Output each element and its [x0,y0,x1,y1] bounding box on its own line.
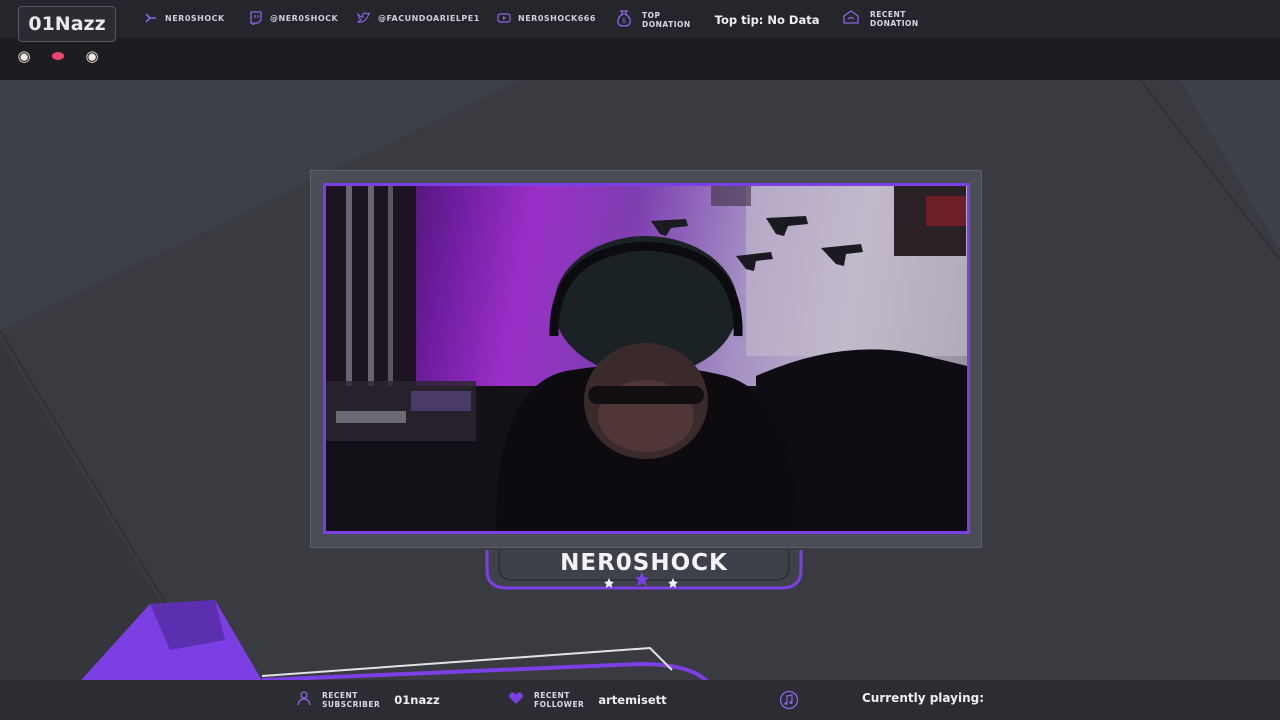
top-donation-value: Top tip: No Data [714,13,820,27]
recent-subscriber-label: RECENT SUBSCRIBER [322,691,381,709]
recent-donation-label: RECENT DONATION [870,10,919,28]
social-label: NER0SHOCK666 [518,13,596,23]
recent-follower-widget: RECENT FOLLOWER artemisett [508,690,667,710]
webcam-scene [326,186,967,531]
social-label: @NER0SHOCK [270,13,339,23]
social-youtube[interactable]: NER0SHOCK666 [497,10,596,26]
chat-username: 01Nazz [28,13,106,35]
social-twitch[interactable]: @NER0SHOCK [249,10,338,26]
recent-subscriber-widget: RECENT SUBSCRIBER 01nazz [296,690,440,710]
donation-box-icon [842,9,860,29]
svg-text:$: $ [622,17,626,25]
top-donation-label: TOP DONATION [642,11,691,29]
webcam-feed [323,183,970,534]
heart-icon [508,690,524,710]
subscriber-icon [296,690,312,710]
eye-emote-icon: ◉ [85,47,99,65]
music-note-icon [779,690,799,710]
chat-emotes: ◉ ⬬ ◉ [12,46,104,66]
chat-username-box: 01Nazz [18,6,116,42]
twitter-icon [357,11,371,25]
recent-subscriber-value: 01nazz [394,693,440,707]
now-playing-label: Currently playing: [862,691,985,705]
top-donation-widget: $ TOP DONATION Top tip: No Data [616,9,820,31]
social-label: @FACUNDOARIELPE1 [378,13,480,23]
twitch-icon [249,11,263,25]
eye-emote-icon: ◉ [17,47,31,65]
lips-emote-icon: ⬬ [51,47,65,65]
social-label: NER0SHOCK [165,13,225,23]
recent-follower-value: artemisett [598,693,667,707]
recent-donation-widget: RECENT DONATION [842,9,919,29]
social-twitter[interactable]: @FACUNDOARIELPE1 [357,10,480,26]
money-bag-icon: $ [616,9,632,31]
social-kick[interactable]: NER0SHOCK [144,10,225,26]
recent-follower-label: RECENT FOLLOWER [534,691,585,709]
youtube-icon [497,11,511,25]
star-decoration-icon [604,572,678,588]
kick-icon [144,11,158,25]
streamer-name-plate: NER0SHOCK [485,548,803,590]
